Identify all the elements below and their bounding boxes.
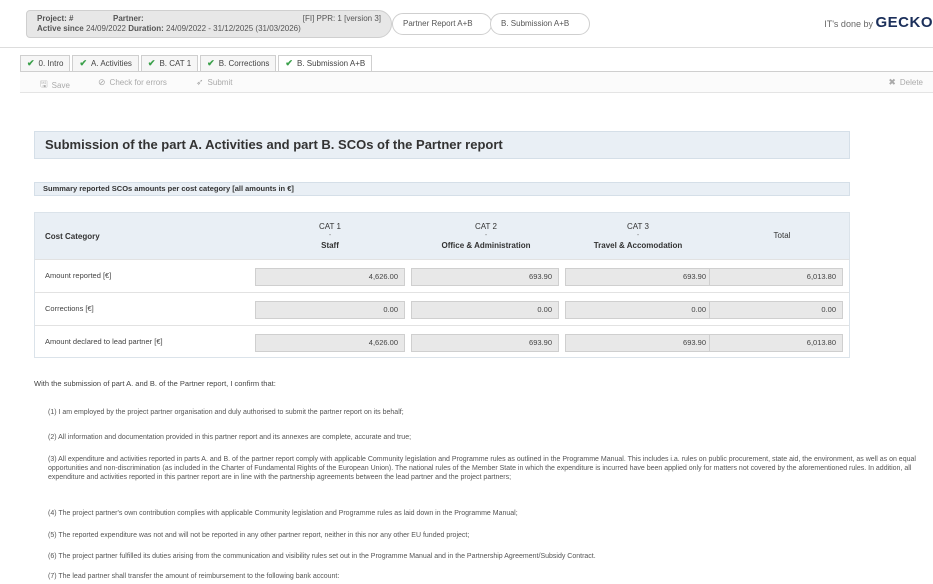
check-icon: ✔	[79, 58, 87, 68]
tab-label: B. Submission A+B	[296, 59, 366, 68]
check-icon: ✔	[285, 58, 293, 68]
submit-label: Submit	[207, 78, 233, 87]
check-icon: ✔	[147, 58, 156, 68]
declaration-item: (7) The lead partner shall transfer the …	[48, 573, 340, 580]
breadcrumb-submission[interactable]: B. Submission A+B	[490, 13, 590, 35]
project-label: Project: #	[37, 14, 74, 23]
row-label: Amount declared to lead partner [€]	[45, 337, 163, 346]
tab-activities[interactable]: ✔ A. Activities	[72, 55, 139, 71]
duration-value: 24/09/2022 - 31/12/2025 (31/03/2026)	[166, 24, 301, 33]
section-title: Summary reported SCOs amounts per cost c…	[34, 182, 850, 196]
header-total-label: Total	[773, 230, 791, 240]
header-cost-category: Cost Category	[45, 231, 100, 241]
declaration-item: (3) All expenditure and activities repor…	[48, 456, 916, 481]
table-row: Amount declared to lead partner [€] 4,62…	[35, 325, 849, 358]
save-button[interactable]: 🖫 Save	[40, 77, 70, 93]
header-cat1: CAT 1 - Staff	[255, 213, 405, 259]
tab-intro[interactable]: ✔ 0. Intro	[20, 55, 71, 71]
header-total: Total	[715, 213, 849, 259]
tab-label: 0. Intro	[38, 59, 64, 68]
header-cat3-top: CAT 3	[627, 222, 649, 231]
submit-button[interactable]: ➶ Submit	[196, 77, 232, 88]
row-label: Corrections [€]	[45, 304, 94, 313]
amount-cell: 0.00	[255, 301, 405, 319]
breadcrumb-partner-report[interactable]: Partner Report A+B	[392, 13, 492, 35]
top-bar: Project: # Partner: [FI] PPR: 1 [version…	[0, 0, 933, 48]
check-circle-icon: ⊘	[98, 77, 106, 87]
header-cat2-dash: -	[484, 232, 488, 239]
table-header: Cost Category CAT 1 - Staff CAT 2 - Offi…	[35, 213, 849, 259]
close-icon: ✖	[888, 77, 896, 87]
summary-table: Cost Category CAT 1 - Staff CAT 2 - Offi…	[34, 212, 850, 358]
ppr-label: [FI] PPR: 1 [version 3]	[302, 14, 381, 23]
brand-prefix: IT's done by	[824, 19, 873, 29]
amount-cell: 0.00	[565, 301, 713, 319]
amount-cell: 0.00	[709, 301, 843, 319]
table-row: Amount reported [€] 4,626.00 693.90 693.…	[35, 259, 849, 292]
partner-label: Partner:	[113, 14, 144, 23]
declaration-item: (1) I am employed by the project partner…	[48, 409, 404, 416]
brand-logo: IT's done by GECKO	[824, 14, 933, 31]
amount-cell: 693.90	[411, 268, 559, 286]
amount-cell: 0.00	[411, 301, 559, 319]
amount-cell: 4,626.00	[255, 334, 405, 352]
check-errors-label: Check for errors	[109, 78, 167, 87]
header-cat1-top: CAT 1	[319, 222, 341, 231]
declaration-item: (6) The project partner fulfilled its du…	[48, 553, 596, 560]
tab-bar: ✔ 0. Intro ✔ A. Activities ✔ B. CAT 1 ✔ …	[20, 55, 374, 71]
tab-label: B. Corrections	[218, 59, 270, 68]
header-cat1-dash: -	[328, 232, 332, 239]
declaration-intro: With the submission of part A. and B. of…	[34, 379, 276, 388]
amount-cell: 693.90	[565, 268, 713, 286]
amount-cell: 4,626.00	[255, 268, 405, 286]
amount-cell: 6,013.80	[709, 268, 843, 286]
row-label: Amount reported [€]	[45, 271, 112, 280]
tab-label: A. Activities	[91, 59, 132, 68]
tab-label: B. CAT 1	[159, 59, 192, 68]
save-icon: 🖫	[40, 79, 48, 89]
header-cat3: CAT 3 - Travel & Accomodation	[563, 213, 713, 259]
delete-button[interactable]: ✖ Delete	[888, 77, 923, 88]
toolbar: 🖫 Save ⊘ Check for errors ➶ Submit ✖ Del…	[20, 71, 933, 93]
declaration-item: (2) All information and documentation pr…	[48, 434, 412, 441]
header-cat3-dash: -	[636, 232, 640, 239]
declaration-item: (4) The project partner's own contributi…	[48, 510, 518, 517]
header-cat3-bottom: Travel & Accomodation	[593, 241, 683, 250]
amount-cell: 693.90	[411, 334, 559, 352]
amount-cell: 693.90	[565, 334, 713, 352]
brand-name: GECKO	[875, 14, 933, 31]
check-errors-button[interactable]: ⊘ Check for errors	[98, 77, 167, 88]
page-title: Submission of the part A. Activities and…	[34, 131, 850, 159]
declaration-item: (5) The reported expenditure was not and…	[48, 532, 470, 539]
save-label: Save	[51, 80, 70, 90]
check-icon: ✔	[27, 58, 35, 68]
header-cat2-bottom: Office & Administration	[441, 241, 531, 250]
send-icon: ➶	[196, 77, 204, 87]
active-since-label: Active since	[37, 24, 84, 33]
amount-cell: 6,013.80	[709, 334, 843, 352]
header-cat2: CAT 2 - Office & Administration	[411, 213, 561, 259]
delete-label: Delete	[899, 78, 923, 87]
tab-submission[interactable]: ✔ B. Submission A+B	[278, 55, 373, 71]
header-cat2-top: CAT 2	[475, 222, 497, 231]
check-icon: ✔	[207, 58, 215, 68]
header-cat1-bottom: Staff	[321, 241, 339, 250]
project-info[interactable]: Project: # Partner: [FI] PPR: 1 [version…	[26, 10, 392, 38]
active-since-value: 24/09/2022	[85, 24, 126, 33]
table-row: Corrections [€] 0.00 0.00 0.00 0.00	[35, 292, 849, 325]
duration-label: Duration:	[128, 24, 164, 33]
tab-corrections[interactable]: ✔ B. Corrections	[200, 55, 277, 71]
tab-cat1[interactable]: ✔ B. CAT 1	[140, 55, 199, 71]
